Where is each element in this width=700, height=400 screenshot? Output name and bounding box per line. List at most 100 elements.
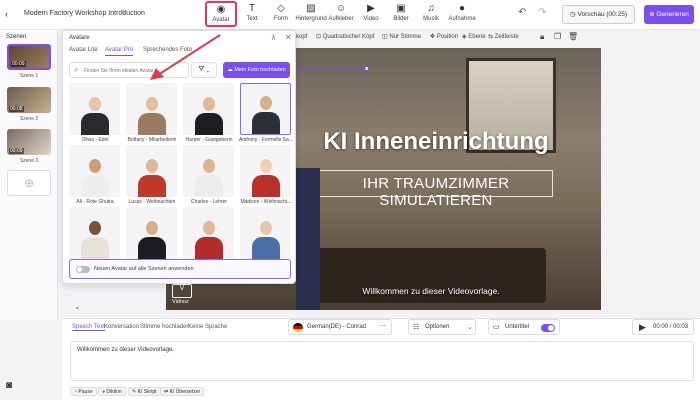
- apply-all-row: Neuen Avatar auf alle Szenen anwenden: [69, 259, 291, 279]
- redo-icon[interactable]: ↷: [538, 7, 546, 18]
- toolbar-music-button[interactable]: ♫ Musik: [415, 2, 447, 28]
- avatar-figure: [137, 97, 166, 135]
- tab-speech-text[interactable]: Speech Text: [72, 324, 105, 331]
- toolbar-text-button[interactable]: T Text: [236, 2, 268, 28]
- toolbar-avatar-button[interactable]: ◉ Avatar: [205, 1, 237, 27]
- avatar-name: Lucas - Weihnachten: [128, 199, 176, 205]
- avatar-card[interactable]: [126, 145, 177, 197]
- search-icon: ⌕: [74, 65, 79, 74]
- scene-thumbnail-2[interactable]: 00:08: [7, 87, 51, 113]
- avatar-card[interactable]: [69, 207, 120, 259]
- panel-title: Avatare: [69, 35, 90, 41]
- script-textarea[interactable]: Willkommen zu dieser Videovorlage.: [70, 341, 694, 381]
- cc-icon: ▭: [493, 324, 500, 331]
- avatar-card[interactable]: [69, 83, 120, 135]
- top-bar: ‹ Modern Factory Workshop Introduction ✎…: [0, 0, 700, 30]
- avatar-card[interactable]: [183, 145, 234, 197]
- pause-button[interactable]: ◔ Pause: [70, 387, 97, 396]
- tab-avatar-pro[interactable]: Avatar Pro: [105, 47, 134, 56]
- scenes-sidebar: Szenen 00:09 Szene 1 00:08 Szene 2 00:09…: [0, 30, 58, 320]
- scenes-title: Szenen: [6, 34, 27, 40]
- subtitle-toggle[interactable]: [541, 324, 555, 332]
- avatar-figure: [137, 221, 166, 259]
- avatar-figure: [194, 97, 223, 135]
- record-icon: ●: [458, 3, 466, 14]
- canvas-title[interactable]: KI Inneneinrichtung: [316, 128, 556, 156]
- lock-icon[interactable]: 🔒︎: [540, 31, 544, 43]
- canvas-welcome-text[interactable]: Willkommen zu dieser Videovorlage.: [316, 286, 546, 296]
- avatar-figure: [80, 97, 109, 135]
- avatar-card[interactable]: [126, 83, 177, 135]
- toolbar-sticker-button[interactable]: ☺ Aufkleber: [325, 2, 357, 28]
- toolbar-background-button[interactable]: ▨ Hintergrund: [295, 2, 327, 28]
- options-dropdown[interactable]: ☷ Optionen ⌄: [408, 319, 476, 335]
- voice-selector[interactable]: German(DE) - Conrad ⋯: [288, 319, 392, 335]
- avatar-card[interactable]: [183, 83, 234, 135]
- voice-only-option[interactable]: ◫ Nur Stimme: [382, 31, 421, 43]
- back-icon[interactable]: ‹: [5, 9, 8, 19]
- add-scene-button[interactable]: ⊕: [7, 170, 51, 196]
- toolbar-form-button[interactable]: ◇ Form: [265, 2, 297, 28]
- sticker-icon: ☺: [335, 3, 347, 14]
- toolbar-video-button[interactable]: ▶ Video: [355, 2, 387, 28]
- position-option[interactable]: ✥ Position: [430, 31, 458, 43]
- apply-all-toggle[interactable]: [76, 266, 90, 273]
- pin-icon[interactable]: ⊼: [271, 34, 276, 42]
- scene-label-3: Szene 3: [19, 158, 39, 164]
- timeline-option[interactable]: ⇆ Zeitleiste: [488, 31, 519, 43]
- tab-conversation[interactable]: Konversation: [104, 324, 139, 330]
- tab-upload-voice[interactable]: Stimme hochladen: [140, 324, 190, 330]
- toolbar-record-button[interactable]: ● Aufnahme: [446, 2, 478, 28]
- toolbar-images-button[interactable]: ▣ Bilder: [385, 2, 417, 28]
- project-title: Modern Factory Workshop Introduction: [24, 10, 145, 17]
- more-icon: ⋯: [379, 323, 386, 330]
- canvas-avatar[interactable]: [296, 168, 320, 310]
- avatar-figure: [137, 159, 166, 197]
- square-head-option[interactable]: ⊡ Quadratischer Kopf: [316, 31, 374, 43]
- shape-icon: ◇: [277, 3, 285, 14]
- avatar-figure: [194, 159, 223, 197]
- chat-icon[interactable]: ◙: [6, 380, 12, 391]
- image-icon: ▣: [396, 3, 406, 14]
- script-panel: Speech Text Konversation Stimme hochlade…: [62, 318, 700, 400]
- copy-icon[interactable]: ❐: [554, 31, 561, 43]
- element-toolbar: kopf ⊡ Quadratischer Kopf ◫ Nur Stimme ✥…: [296, 31, 596, 45]
- edit-title-icon[interactable]: ✎: [120, 8, 127, 17]
- avatar-name: Harper - Gastgeberin: [185, 137, 233, 143]
- ai-translator-button[interactable]: ⇄ KI Übersetzer: [160, 387, 205, 396]
- avatar-card[interactable]: [126, 207, 177, 259]
- tab-no-language[interactable]: Keine Sprache: [188, 324, 227, 330]
- scene-thumbnail-1[interactable]: 00:09: [7, 44, 51, 70]
- head-option[interactable]: kopf: [296, 31, 307, 43]
- avatar-card[interactable]: [240, 145, 291, 197]
- avatar-figure: [251, 96, 280, 134]
- avatar-card[interactable]: [183, 207, 234, 259]
- scene-thumbnail-3[interactable]: 00:09: [7, 129, 51, 155]
- avatar-figure: [80, 159, 109, 197]
- ai-script-button[interactable]: ✎ KI Skript: [128, 387, 161, 396]
- avatar-name: Brittany - Mitarbeiterin: [127, 137, 177, 143]
- avatar-name: Charles - Lehrer: [190, 199, 228, 205]
- collapse-chevron-icon[interactable]: ⌄: [74, 302, 81, 311]
- delete-icon[interactable]: 🗑︎: [568, 31, 578, 43]
- avatar-name: Anthony - Formelle Sa...: [239, 137, 293, 143]
- tab-avatar-lite[interactable]: Avatar Lite: [69, 47, 98, 53]
- undo-icon[interactable]: ↶: [518, 7, 526, 18]
- vidnoz-logo: Vidnoz: [172, 299, 189, 305]
- diction-button[interactable]: ◕ Diktion: [98, 387, 126, 396]
- avatar-card[interactable]: [240, 207, 291, 259]
- avatar-card[interactable]: [69, 145, 120, 197]
- avatar-name: Madison - Weihnacht...: [240, 199, 292, 205]
- background-icon: ▨: [306, 3, 316, 14]
- scene-label-1: Szene 1: [19, 73, 39, 79]
- preview-button[interactable]: ◷ Vorschau (00:25): [562, 5, 635, 24]
- avatar-name: Ali - Rote Ghutra: [76, 199, 114, 205]
- avatar-card[interactable]: [240, 83, 291, 135]
- avatar-name: Olivia - Edel: [81, 137, 109, 143]
- close-icon[interactable]: ✕: [285, 33, 292, 42]
- layer-option[interactable]: ◈ Ebene: [462, 31, 486, 43]
- canvas-subtitle[interactable]: IHR TRAUMZIMMER SIMULATIEREN: [319, 175, 553, 209]
- play-icon[interactable]: ▶: [639, 322, 646, 333]
- generate-button[interactable]: ⊕ Generieren: [644, 5, 694, 24]
- text-icon: T: [248, 3, 256, 14]
